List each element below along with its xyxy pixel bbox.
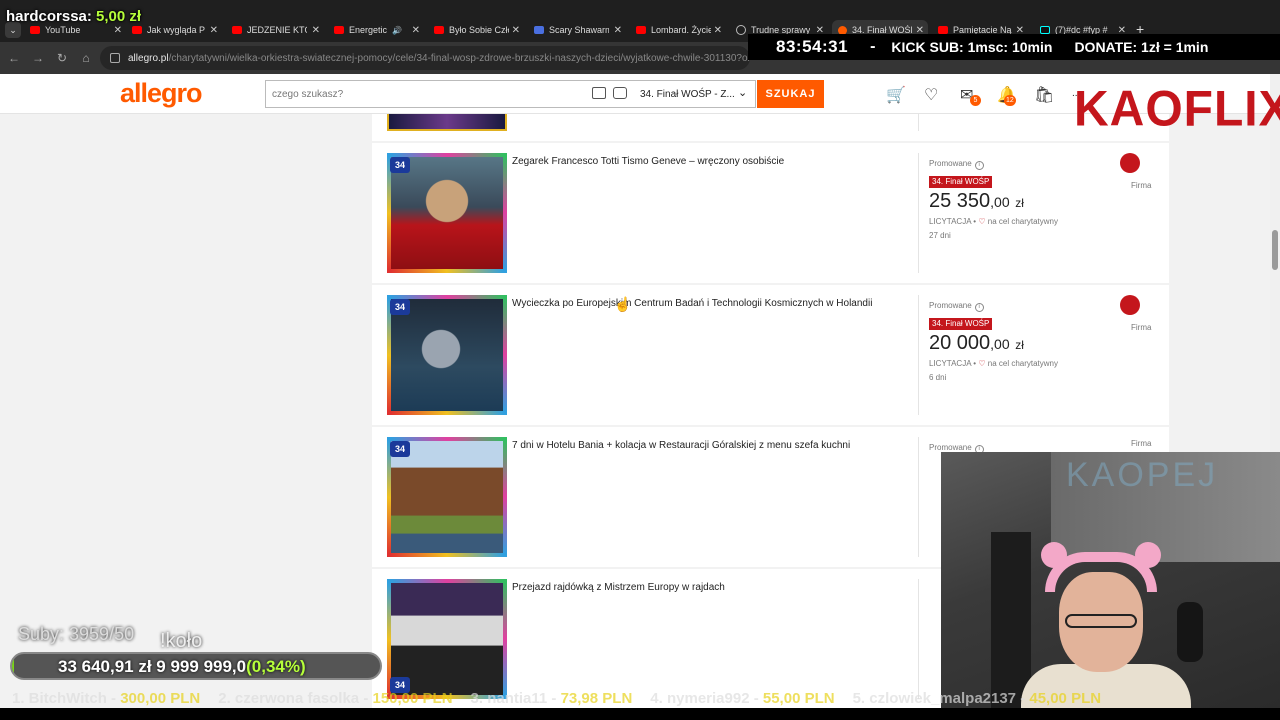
neon-sign: KAOPEJ (1066, 456, 1219, 494)
browser-tab[interactable]: Energetic 🔊 ✕ (334, 20, 420, 40)
url-field[interactable]: allegro.pl/charytatywni/wielka-orkiestra… (100, 46, 750, 70)
kaoflix-logo: KAOFLIX (1074, 81, 1280, 138)
globe-icon (736, 25, 746, 35)
days-left: 6 dni (929, 373, 947, 382)
donation-alert: hardcorssa: 5,00 zł (6, 8, 142, 25)
mouse-cursor-icon: ☝ (614, 296, 632, 312)
youtube-icon (132, 26, 142, 34)
search-input[interactable] (265, 80, 635, 108)
promoted-label: Promowane i (929, 301, 984, 312)
close-icon[interactable]: ✕ (512, 25, 520, 36)
info-icon[interactable]: i (974, 161, 984, 170)
forward-icon[interactable]: → (30, 50, 46, 66)
list-item[interactable]: 34 Wycieczka po Europejskim Centrum Bada… (372, 285, 1169, 425)
ticker-entry: 3. nantia11 - 73,98 PLN (470, 690, 633, 707)
offer-thumbnail[interactable]: 34 (387, 295, 507, 415)
wosp-34-badge: 34 (390, 299, 410, 315)
wosp-34-badge: 34 (390, 157, 410, 173)
offer-thumbnail[interactable] (387, 114, 507, 131)
close-icon[interactable]: ✕ (714, 25, 722, 36)
wosp-34-badge: 34 (390, 441, 410, 457)
close-icon[interactable]: ✕ (614, 25, 622, 36)
seller-type: Firma (1131, 323, 1152, 332)
offer-title[interactable]: 7 dni w Hotelu Bania + kolacja w Restaur… (512, 440, 850, 451)
webcam-feed: KAOPEJ (941, 452, 1280, 720)
list-item[interactable] (372, 114, 1169, 141)
offer-title[interactable]: Przejazd rajdówką z Mistrzem Europy w ra… (512, 582, 725, 593)
microphone (1177, 602, 1203, 662)
list-search-icon[interactable] (592, 87, 606, 99)
notification-badge: 5 (970, 95, 981, 106)
close-icon[interactable]: ✕ (210, 25, 218, 36)
bag-icon[interactable]: 🛍 (1034, 85, 1054, 105)
subs-counter: Suby: 3959/50 (18, 624, 135, 644)
offer-thumbnail[interactable]: 34 (387, 437, 507, 557)
wosp-heart-logo (1120, 153, 1140, 173)
price: 25 350,00 zł (929, 190, 1024, 212)
offer-thumbnail[interactable]: 34 (387, 579, 507, 699)
notification-badge: 12 (1004, 95, 1016, 106)
speaker-icon: 🔊 (392, 25, 402, 35)
youtube-icon (636, 26, 646, 34)
camera-icon[interactable] (613, 87, 627, 99)
wosp-tag: 34. Finał WOŚP (929, 176, 993, 188)
seller-type: Firma (1131, 181, 1152, 190)
document-icon (534, 26, 544, 34)
site-info-icon[interactable] (110, 53, 120, 63)
close-icon[interactable]: ✕ (114, 25, 122, 36)
ticker-entry: 5. czlowiek_malpa2137 - 45,00 PLN (852, 690, 1102, 707)
close-icon[interactable]: ✕ (412, 25, 420, 36)
search-button[interactable]: SZUKAJ (757, 80, 824, 108)
offer-thumbnail[interactable]: 34 (387, 153, 507, 273)
donate-info: DONATE: 1zł = 1min (1074, 39, 1209, 55)
reload-icon[interactable]: ↻ (54, 50, 70, 66)
wheel-command: !koło (160, 630, 203, 652)
ticker-entry: 4. nymeria992 - 55,00 PLN (650, 690, 835, 707)
seller-type: Firma (1131, 439, 1152, 448)
youtube-icon (938, 26, 948, 34)
url-path: /charytatywni/wielka-orkiestra-swiateczn… (168, 52, 750, 64)
youtube-icon (232, 26, 242, 34)
allegro-logo[interactable]: allegro (120, 78, 203, 109)
auction-label: LICYTACJA • ♡ na cel charytatywny (929, 359, 1059, 368)
charity-heart-icon: ♡ (978, 359, 986, 368)
charity-heart-icon: ♡ (978, 217, 986, 226)
info-icon[interactable]: i (974, 303, 984, 312)
home-icon[interactable]: ⌂ (78, 50, 94, 66)
heart-icon[interactable]: ♡ (924, 85, 938, 105)
browser-tab[interactable]: Było Sobie Czło ✕ (434, 20, 520, 40)
youtube-icon (30, 26, 40, 34)
sub-info: KICK SUB: 1msc: 10min (891, 39, 1053, 55)
close-icon[interactable]: ✕ (312, 25, 320, 36)
top-donors-ticker: 1. BitchWitch - 300,00 PLN 2. czerwona f… (0, 690, 1280, 708)
stream-timer-bar: 83:54:31 - KICK SUB: 1msc: 10min DONATE:… (748, 34, 1280, 60)
youtube-icon (434, 26, 444, 34)
wosp-heart-logo (1120, 295, 1140, 315)
chevron-down-icon: ⌄ (738, 87, 748, 99)
price: 20 000,00 zł (929, 332, 1024, 354)
youtube-icon (334, 26, 344, 34)
promoted-label: Promowane i (929, 159, 984, 170)
scroll-thumb[interactable] (1272, 230, 1278, 270)
offer-title[interactable]: Wycieczka po Europejskim Centrum Badań i… (512, 298, 872, 309)
stream-timer: 83:54:31 (776, 37, 849, 56)
browser-tab[interactable]: Jak wygląda P ✕ (132, 20, 218, 40)
back-icon[interactable]: ← (6, 50, 22, 66)
ticker-entry: 1. BitchWitch - 300,00 PLN (12, 690, 201, 707)
browser-tab[interactable]: JEDZENIE KTÓ ✕ (232, 20, 320, 40)
tiktok-icon (1040, 26, 1050, 34)
offer-title[interactable]: Zegarek Francesco Totti Tismo Geneve – w… (512, 156, 784, 167)
list-item[interactable]: 34 Zegarek Francesco Totti Tismo Geneve … (372, 143, 1169, 283)
days-left: 27 dni (929, 231, 951, 240)
wosp-tag: 34. Finał WOŚP (929, 318, 993, 330)
cart-icon[interactable]: 🛒 (886, 85, 906, 105)
browser-tab[interactable]: Lombard. Życie ✕ (636, 20, 722, 40)
donation-goal-bar: 33 640,91 zł 9 999 999,0(0,34%) (10, 652, 382, 680)
url-domain: allegro.pl (128, 52, 169, 64)
browser-tab[interactable]: Scary Shawarm ✕ (534, 20, 622, 40)
auction-label: LICYTACJA • ♡ na cel charytatywny (929, 217, 1059, 226)
ticker-entry: 2. czerwona fasolka - 150,00 PLN (218, 690, 453, 707)
